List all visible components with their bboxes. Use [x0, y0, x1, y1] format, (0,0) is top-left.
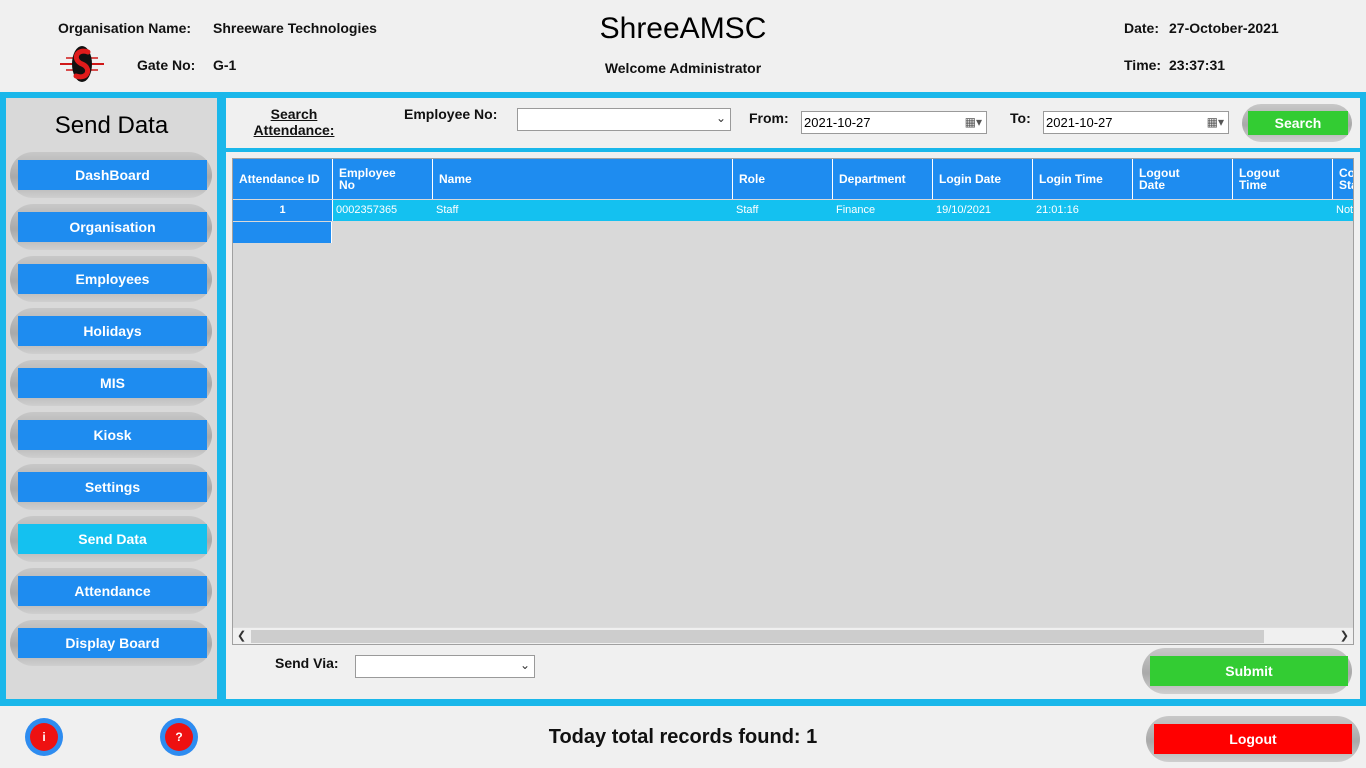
from-date-picker[interactable]: 2021-10-27 ▦▾: [801, 111, 987, 134]
sidebar-item-kiosk[interactable]: Kiosk: [18, 420, 207, 450]
sidebar-item-dashboard[interactable]: DashBoard: [18, 160, 207, 190]
sidebar-item-display-board-pill: Display Board: [10, 620, 212, 666]
sidebar-title: Send Data: [54, 112, 169, 139]
calendar-dropdown-icon[interactable]: ▦▾: [1207, 112, 1224, 133]
scroll-right-icon[interactable]: ❯: [1340, 628, 1349, 644]
column-header-name[interactable]: Name: [433, 159, 733, 199]
sidebar-item-dashboard-pill: DashBoard: [10, 152, 212, 198]
footer-bar: i ? Today total records found: 1 Logout: [0, 706, 1366, 768]
sidebar-item-holidays-pill: Holidays: [10, 308, 212, 354]
header-bar: Organisation Name: Shreeware Technologie…: [0, 0, 1366, 92]
column-header-status[interactable]: Co Sta: [1333, 159, 1353, 199]
cell-logout-date[interactable]: [1133, 200, 1233, 221]
to-label: To:: [1010, 110, 1031, 126]
employee-no-select[interactable]: ⌄: [517, 108, 731, 131]
column-header-department[interactable]: Department: [833, 159, 933, 199]
search-panel: Search Attendance: Employee No: ⌄ From: …: [226, 98, 1360, 148]
table-row[interactable]: 1 0002357365 Staff Staff Finance 19/10/2…: [233, 200, 1353, 221]
sidebar-item-send-data[interactable]: Send Data: [18, 524, 207, 554]
app-title: ShreeAMSC: [599, 12, 767, 45]
search-button[interactable]: Search: [1248, 111, 1348, 135]
scroll-left-icon[interactable]: ❮: [237, 628, 246, 644]
column-header-employee-no[interactable]: Employee No: [333, 159, 433, 199]
sidebar-item-mis[interactable]: MIS: [18, 368, 207, 398]
send-via-label: Send Via:: [275, 655, 339, 671]
chevron-down-icon: ⌄: [519, 658, 530, 672]
employee-no-label: Employee No:: [404, 106, 498, 122]
sidebar-item-mis-pill: MIS: [10, 360, 212, 406]
calendar-dropdown-icon[interactable]: ▦▾: [965, 112, 982, 133]
submit-button[interactable]: Submit: [1150, 656, 1348, 686]
horizontal-scrollbar[interactable]: ❮ ❯: [233, 627, 1353, 644]
sidebar-item-send-data-pill: Send Data: [10, 516, 212, 562]
column-header-logout-time[interactable]: Logout Time: [1233, 159, 1333, 199]
grid-header: Attendance ID Employee No Name Role Depa…: [233, 159, 1353, 199]
new-row-cell[interactable]: [233, 222, 332, 243]
content-panel: Attendance ID Employee No Name Role Depa…: [226, 152, 1360, 699]
search-button-pill: Search: [1242, 104, 1352, 142]
sidebar-item-kiosk-pill: Kiosk: [10, 412, 212, 458]
scrollbar-thumb[interactable]: [251, 630, 1264, 643]
cell-status[interactable]: Not: [1333, 200, 1353, 221]
attendance-grid[interactable]: Attendance ID Employee No Name Role Depa…: [232, 158, 1354, 645]
sidebar-item-attendance-pill: Attendance: [10, 568, 212, 614]
sidebar: Send Data DashBoard Organisation Employe…: [6, 98, 217, 699]
sidebar-item-settings-pill: Settings: [10, 464, 212, 510]
cell-role[interactable]: Staff: [733, 200, 833, 221]
send-via-select[interactable]: ⌄: [355, 655, 535, 678]
time-label: Time:: [1124, 57, 1162, 73]
time-value: 23:37:31: [1169, 57, 1226, 73]
search-attendance-label: Search Attendance:: [253, 106, 335, 138]
date-value: 27-October-2021: [1169, 20, 1279, 36]
from-date-value: 2021-10-27: [804, 115, 871, 130]
cell-employee-no[interactable]: 0002357365: [333, 200, 433, 221]
column-header-login-date[interactable]: Login Date: [933, 159, 1033, 199]
employee-no-value: [518, 112, 521, 127]
chevron-down-icon: ⌄: [715, 111, 726, 125]
cell-login-time[interactable]: 21:01:16: [1033, 200, 1133, 221]
welcome-text: Welcome Administrator: [604, 60, 762, 76]
column-header-logout-date[interactable]: Logout Date: [1133, 159, 1233, 199]
cell-attendance-id[interactable]: 1: [233, 200, 333, 221]
sidebar-item-organisation-pill: Organisation: [10, 204, 212, 250]
cell-logout-time[interactable]: [1233, 200, 1333, 221]
submit-button-pill: Submit: [1142, 648, 1352, 694]
to-date-picker[interactable]: 2021-10-27 ▦▾: [1043, 111, 1229, 134]
from-label: From:: [749, 110, 789, 126]
sidebar-item-organisation[interactable]: Organisation: [18, 212, 207, 242]
sidebar-item-employees[interactable]: Employees: [18, 264, 207, 294]
send-via-value: [356, 659, 359, 674]
sidebar-item-settings[interactable]: Settings: [18, 472, 207, 502]
sidebar-item-employees-pill: Employees: [10, 256, 212, 302]
sidebar-item-holidays[interactable]: Holidays: [18, 316, 207, 346]
logout-button-pill: Logout: [1146, 716, 1360, 762]
logout-button[interactable]: Logout: [1154, 724, 1352, 754]
column-header-role[interactable]: Role: [733, 159, 833, 199]
cell-name[interactable]: Staff: [433, 200, 733, 221]
column-header-attendance-id[interactable]: Attendance ID: [233, 159, 333, 199]
date-label: Date:: [1124, 20, 1160, 36]
cell-department[interactable]: Finance: [833, 200, 933, 221]
to-date-value: 2021-10-27: [1046, 115, 1113, 130]
sidebar-item-display-board[interactable]: Display Board: [18, 628, 207, 658]
cell-login-date[interactable]: 19/10/2021: [933, 200, 1033, 221]
column-header-login-time[interactable]: Login Time: [1033, 159, 1133, 199]
sidebar-item-attendance[interactable]: Attendance: [18, 576, 207, 606]
